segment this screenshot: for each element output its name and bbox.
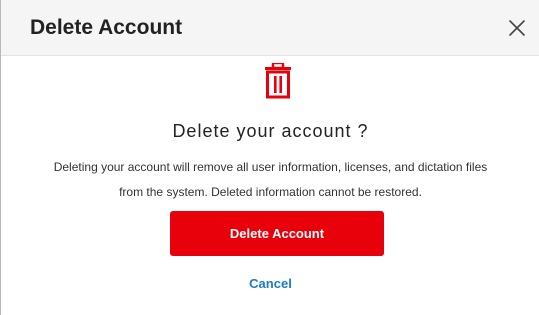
close-icon xyxy=(509,20,525,36)
description-line-1: Deleting your account will remove all us… xyxy=(53,160,488,174)
delete-account-button[interactable]: Delete Account xyxy=(170,211,384,256)
dialog-title: Delete Account xyxy=(30,16,183,39)
dialog-heading: Delete your account ? xyxy=(172,121,369,141)
delete-account-dialog: Delete Account Delete your account ? Del… xyxy=(0,0,539,315)
description-line-2: from the system. Deleted information can… xyxy=(119,185,422,199)
trash-icon xyxy=(265,63,291,99)
close-button[interactable] xyxy=(503,14,531,42)
dialog-header: Delete Account xyxy=(1,0,539,56)
cancel-link[interactable]: Cancel xyxy=(1,274,539,294)
dialog-description: Deleting your account will remove all us… xyxy=(1,155,539,205)
